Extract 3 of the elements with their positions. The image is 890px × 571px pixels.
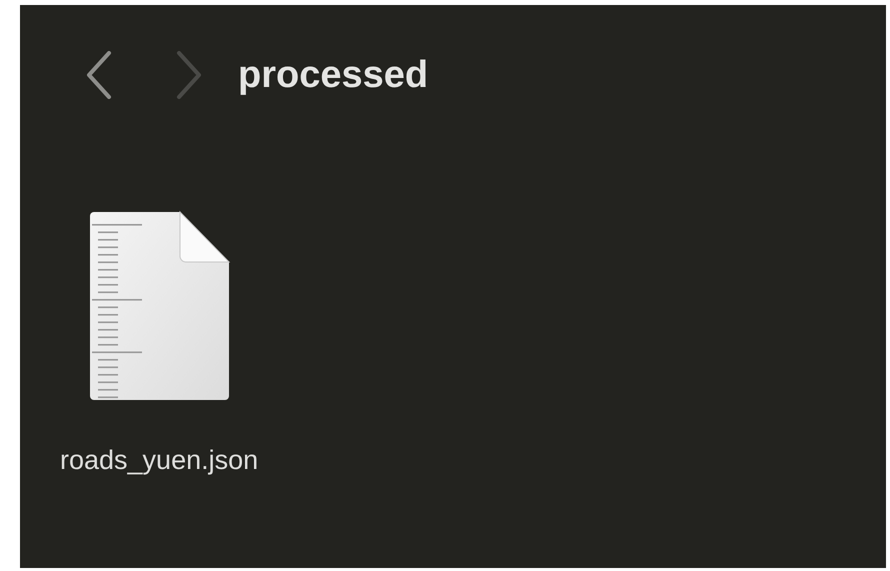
file-name[interactable]: roads_yuen.json xyxy=(60,440,258,480)
document-icon xyxy=(88,210,231,402)
window-title: processed xyxy=(238,52,428,98)
